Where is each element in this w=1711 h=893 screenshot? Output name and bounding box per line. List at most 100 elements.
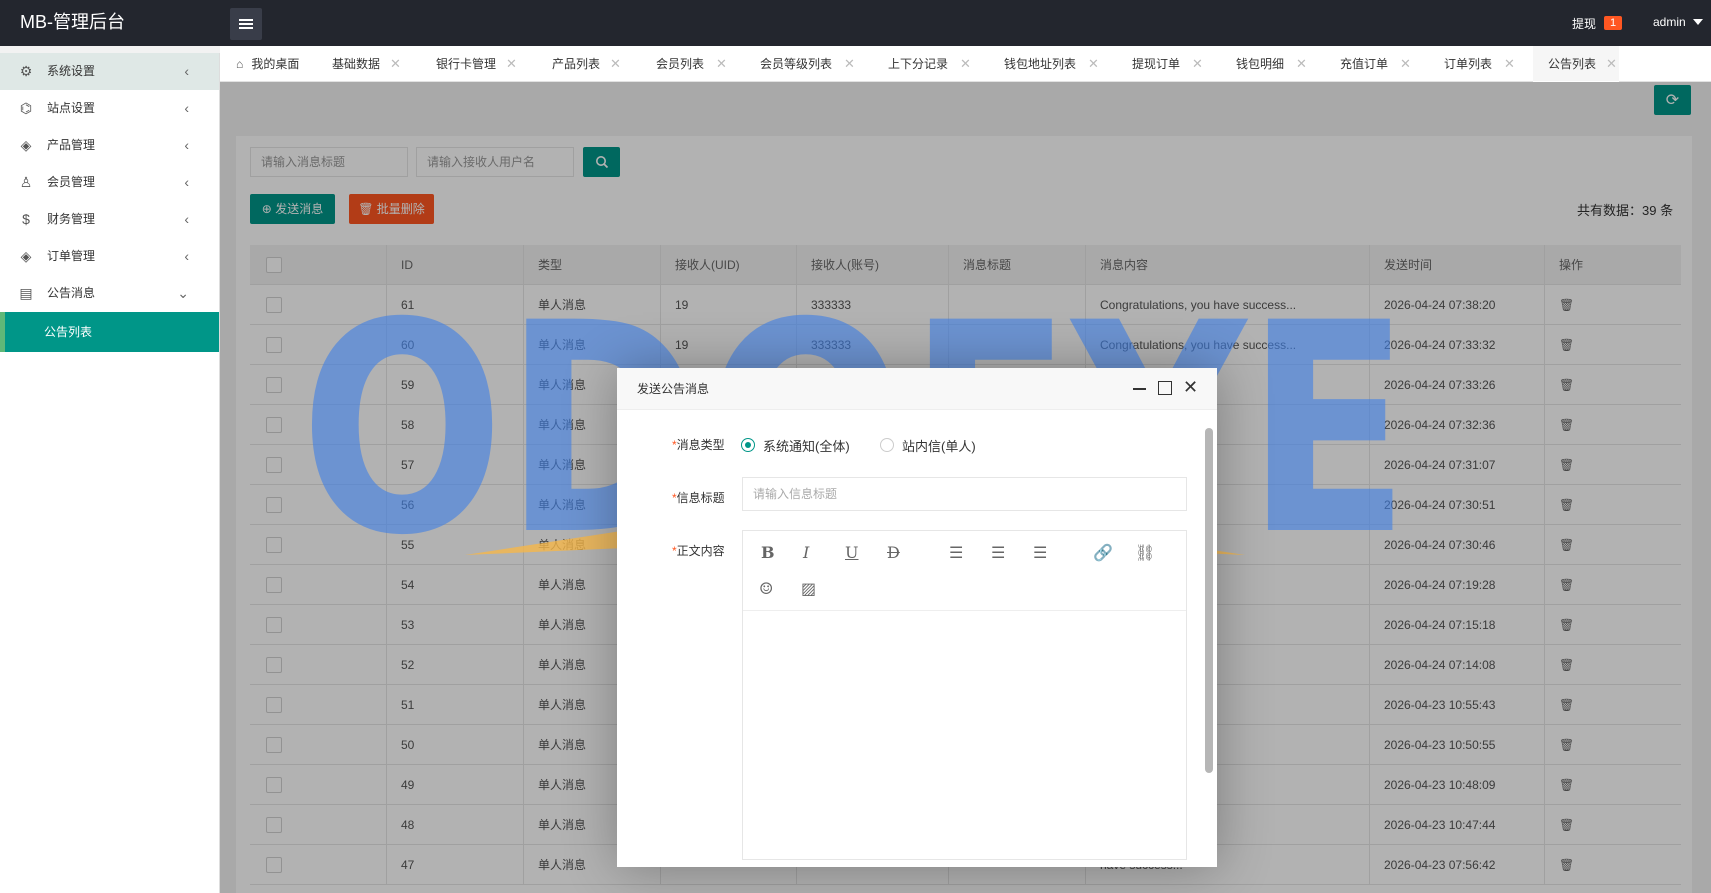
close-icon[interactable]: ✕ xyxy=(1504,46,1515,82)
close-icon[interactable]: ✕ xyxy=(1183,376,1198,398)
align-left-icon[interactable]: ☰ xyxy=(949,543,963,562)
close-icon[interactable]: ✕ xyxy=(1296,46,1307,82)
tab-order-list[interactable]: 订单列表 ✕ xyxy=(1444,46,1515,82)
gear-icon: ⚙ xyxy=(19,63,33,79)
maximize-icon[interactable] xyxy=(1158,381,1172,395)
sidebar-item-label: 站点设置 xyxy=(47,101,96,115)
bold-icon[interactable]: B xyxy=(761,543,775,562)
sidebar-item-product[interactable]: ◈ 产品管理 ‹ xyxy=(0,127,219,164)
unlink-icon[interactable]: ⛓ xyxy=(1135,543,1155,562)
tab-label: 提现订单 xyxy=(1132,57,1181,71)
underline-icon[interactable]: U xyxy=(845,543,858,562)
chevron-left-icon: ‹ xyxy=(184,137,189,153)
align-right-icon[interactable]: ☰ xyxy=(1033,543,1047,562)
sidebar-item-label: 系统设置 xyxy=(47,64,96,78)
close-icon[interactable]: ✕ xyxy=(610,46,621,82)
tab-wallet-address[interactable]: 钱包地址列表 ✕ xyxy=(1004,46,1099,82)
sidebar-item-label: 订单管理 xyxy=(47,249,96,263)
hamburger-icon xyxy=(239,19,253,29)
chevron-left-icon: ‹ xyxy=(184,174,189,190)
home-icon: ⌂ xyxy=(236,57,244,71)
brand-title: MB-管理后台 xyxy=(20,12,125,32)
radio-system-notice[interactable] xyxy=(741,438,755,452)
close-icon[interactable]: ✕ xyxy=(1192,46,1203,82)
tab-label: 会员列表 xyxy=(656,57,705,71)
tab-balance-record[interactable]: 上下分记录 ✕ xyxy=(888,46,971,82)
editor-toolbar: B I U D ☰ ☰ ☰ 🔗 ⛓ ☺ ▨ xyxy=(743,531,1186,611)
tab-home[interactable]: ⌂ 我的桌面 xyxy=(236,46,299,82)
image-icon[interactable]: ▨ xyxy=(801,579,816,598)
radio-inbox-single[interactable] xyxy=(880,438,894,452)
chevron-left-icon: ‹ xyxy=(184,63,189,79)
sidebar-item-finance[interactable]: $ 财务管理 ‹ xyxy=(0,201,219,238)
tab-bank-card[interactable]: 银行卡管理 ✕ xyxy=(436,46,517,82)
close-icon[interactable]: ✕ xyxy=(1606,46,1617,82)
cube-icon: ◈ xyxy=(20,248,32,264)
tab-recharge-order[interactable]: 充值订单 ✕ xyxy=(1340,46,1411,82)
top-header: MB-管理后台 提现 1 admin xyxy=(0,0,1711,46)
sidebar-subitem-notice-list[interactable]: 公告列表 xyxy=(0,312,219,352)
close-icon[interactable]: ✕ xyxy=(506,46,517,82)
user-menu[interactable]: admin xyxy=(1653,15,1686,29)
chevron-left-icon: ‹ xyxy=(184,211,189,227)
link-icon[interactable]: 🔗 xyxy=(1093,543,1113,562)
cube-icon: ◈ xyxy=(20,137,32,153)
tab-label: 钱包明细 xyxy=(1236,57,1285,71)
body-field-label: *正文内容 xyxy=(672,544,725,558)
notice-title-input[interactable]: 请输入信息标题 xyxy=(742,477,1187,511)
sidebar-item-label: 会员管理 xyxy=(47,175,96,189)
italic-icon[interactable]: I xyxy=(803,543,809,562)
tab-member-level[interactable]: 会员等级列表 ✕ xyxy=(760,46,855,82)
radio-inbox-single-label[interactable]: 站内信(单人) xyxy=(902,436,976,455)
sidebar: ⚙ 系统设置 ‹ ⌬ 站点设置 ‹ ◈ 产品管理 ‹ ♙ 会员管理 ‹ $ 财务… xyxy=(0,53,220,893)
tab-label: 公告列表 xyxy=(1548,57,1597,71)
rich-text-editor[interactable]: B I U D ☰ ☰ ☰ 🔗 ⛓ ☺ ▨ xyxy=(742,530,1187,860)
close-icon[interactable]: ✕ xyxy=(716,46,727,82)
withdraw-badge: 1 xyxy=(1604,16,1623,30)
tab-bar: ⌂ 我的桌面 基础数据 ✕ 银行卡管理 ✕ 产品列表 ✕ 会员列表 ✕ 会员等级列表 ✕ … xyxy=(220,46,1711,83)
align-center-icon[interactable]: ☰ xyxy=(991,543,1005,562)
tab-label: 银行卡管理 xyxy=(436,57,497,71)
user-icon: ♙ xyxy=(19,174,33,190)
tab-withdraw-order[interactable]: 提现订单 ✕ xyxy=(1132,46,1203,82)
withdraw-link[interactable]: 提现 xyxy=(1572,15,1596,32)
menu-toggle-button[interactable] xyxy=(230,8,262,40)
tab-label: 上下分记录 xyxy=(888,57,949,71)
tab-label: 产品列表 xyxy=(552,57,601,71)
sidebar-item-member[interactable]: ♙ 会员管理 ‹ xyxy=(0,164,219,201)
tab-notice-list[interactable]: 公告列表 ✕ xyxy=(1533,46,1619,83)
close-icon[interactable]: ✕ xyxy=(1400,46,1411,82)
title-field-label: *信息标题 xyxy=(672,491,725,505)
tab-member-list[interactable]: 会员列表 ✕ xyxy=(656,46,727,82)
radio-system-notice-label[interactable]: 系统通知(全体) xyxy=(763,436,850,455)
tab-label: 会员等级列表 xyxy=(760,57,833,71)
tab-product-list[interactable]: 产品列表 ✕ xyxy=(552,46,621,82)
sidebar-item-order[interactable]: ◈ 订单管理 ‹ xyxy=(0,238,219,275)
sidebar-item-notice[interactable]: ▤ 公告消息 ⌄ xyxy=(0,275,219,312)
close-icon[interactable]: ✕ xyxy=(960,46,971,82)
emoji-icon[interactable]: ☺ xyxy=(759,579,773,598)
sidebar-item-site[interactable]: ⌬ 站点设置 ‹ xyxy=(0,90,219,127)
close-icon[interactable]: ✕ xyxy=(1088,46,1099,82)
chevron-down-icon: ⌄ xyxy=(177,285,189,301)
tab-label: 充值订单 xyxy=(1340,57,1389,71)
tab-label: 基础数据 xyxy=(332,57,381,71)
dollar-icon: $ xyxy=(22,211,30,227)
tab-wallet-detail[interactable]: 钱包明细 ✕ xyxy=(1236,46,1307,82)
caret-down-icon[interactable] xyxy=(1693,19,1703,25)
tab-label: 我的桌面 xyxy=(251,57,300,71)
tab-label: 钱包地址列表 xyxy=(1004,57,1077,71)
close-icon[interactable]: ✕ xyxy=(390,46,401,82)
strikethrough-icon[interactable]: D xyxy=(887,543,900,562)
list-icon: ▤ xyxy=(19,285,33,301)
site-icon: ⌬ xyxy=(19,100,33,116)
sidebar-item-label: 财务管理 xyxy=(47,212,96,226)
chevron-left-icon: ‹ xyxy=(184,248,189,264)
modal-scroll-thumb[interactable] xyxy=(1205,428,1213,773)
sidebar-item-system[interactable]: ⚙ 系统设置 ‹ xyxy=(0,53,219,90)
sidebar-item-label: 产品管理 xyxy=(47,138,96,152)
sidebar-item-label: 公告消息 xyxy=(47,286,96,300)
tab-basic-data[interactable]: 基础数据 ✕ xyxy=(332,46,401,82)
close-icon[interactable]: ✕ xyxy=(844,46,855,82)
minimize-icon[interactable] xyxy=(1133,388,1146,390)
